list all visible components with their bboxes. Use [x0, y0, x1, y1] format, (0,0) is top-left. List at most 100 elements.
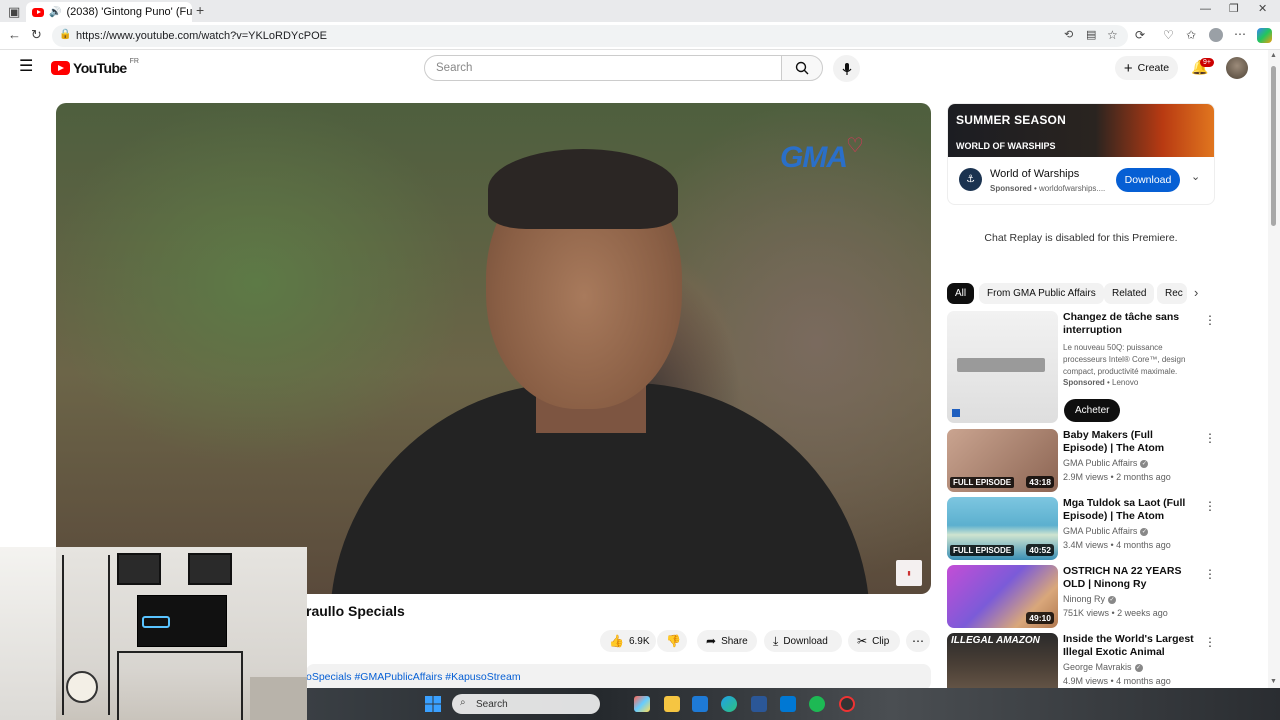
scrollbar-thumb[interactable] — [1271, 66, 1276, 226]
download-button[interactable]: ⤓ Download — [764, 630, 842, 652]
chip-from-gma[interactable]: From GMA Public Affairs — [979, 283, 1104, 304]
sponsored-rec-item[interactable]: Changez de tâche sans interruption Le no… — [947, 311, 1216, 423]
kebab-menu-icon[interactable]: ⋮ — [1204, 499, 1216, 513]
recorder-app-icon[interactable] — [839, 696, 855, 712]
browser-tab[interactable]: 🔊 (2038) 'Gintong Puno' (Full E ✕ — [26, 2, 192, 22]
hamburger-menu-icon[interactable]: ☰ — [19, 59, 33, 75]
rec-thumbnail[interactable]: 49:10 — [947, 565, 1058, 628]
rec-title[interactable]: Mga Tuldok sa Laot (Full Episode) | The … — [1063, 497, 1199, 523]
like-button[interactable]: 👍 6.9K — [600, 630, 656, 652]
file-explorer-icon[interactable] — [664, 696, 680, 712]
kebab-menu-icon[interactable]: ⋮ — [1204, 567, 1216, 581]
list-item[interactable]: FULL EPISODE 43:18 Baby Makers (Full Epi… — [947, 429, 1216, 492]
browser-essentials-icon[interactable]: ♡ — [1163, 29, 1174, 41]
description-hashtags[interactable]: oSpecials #GMAPublicAffairs #KapusoStrea… — [306, 671, 521, 683]
download-icon: ⤓ — [773, 633, 779, 648]
reader-mode-icon[interactable]: ▤ — [1086, 30, 1096, 41]
sponsored-rec-thumbnail[interactable] — [947, 311, 1058, 423]
list-item[interactable]: FULL EPISODE 40:52 Mga Tuldok sa Laot (F… — [947, 497, 1216, 560]
acheter-button[interactable]: Acheter — [1064, 399, 1121, 422]
windows-start-icon[interactable] — [425, 696, 441, 712]
page-scrollbar[interactable]: ▲ ▼ — [1268, 50, 1280, 688]
ad-banner-image[interactable]: SUMMER SEASON WORLD OF WARSHIPS — [948, 104, 1214, 157]
youtube-logo[interactable]: YouTube FR — [51, 57, 139, 76]
dislike-button[interactable]: 👎 — [657, 630, 687, 652]
chip-all[interactable]: All — [947, 283, 975, 304]
rec-channel[interactable]: GMA Public Affairs ✓ — [1063, 526, 1149, 536]
chevron-down-icon[interactable]: ⌄ — [1191, 172, 1200, 183]
webcam-poster-left — [117, 553, 161, 585]
ad-card[interactable]: SUMMER SEASON WORLD OF WARSHIPS ⚓ World … — [947, 103, 1215, 205]
channel-name: GMA Public Affairs — [1063, 458, 1138, 468]
more-menu-icon[interactable]: ⋯ — [1234, 28, 1246, 40]
translate-icon[interactable]: ⟲ — [1064, 30, 1073, 41]
vscode-icon[interactable] — [780, 696, 796, 712]
favorites-icon[interactable]: ✩ — [1186, 29, 1196, 41]
lock-icon[interactable]: 🔒 — [59, 30, 71, 40]
ad-download-button[interactable]: Download — [1116, 168, 1180, 192]
kebab-menu-icon[interactable]: ⋮ — [1204, 313, 1216, 327]
account-avatar[interactable] — [1226, 57, 1248, 79]
rec-title[interactable]: Inside the World's Largest Illegal Exoti… — [1063, 633, 1199, 659]
extensions-icon[interactable]: ⟳ — [1135, 29, 1145, 41]
window-close-icon[interactable]: ✕ — [1258, 4, 1267, 15]
back-icon[interactable]: ← — [8, 28, 21, 41]
download-label: Download — [783, 635, 828, 647]
kebab-menu-icon[interactable]: ⋮ — [1204, 635, 1215, 649]
sponsored-rec-description: Le nouveau 50Q: puissance processeurs In… — [1063, 343, 1186, 376]
channel-watermark[interactable]: ▮ — [896, 560, 922, 586]
rec-channel[interactable]: GMA Public Affairs ✓ — [1063, 458, 1149, 468]
chip-recent[interactable]: Rec — [1157, 283, 1187, 304]
edge-browser-icon[interactable] — [721, 696, 737, 712]
rec-title[interactable]: OSTRICH NA 22 YEARS OLD | Ninong Ry — [1063, 565, 1199, 591]
copilot-icon[interactable] — [1257, 28, 1272, 43]
rec-thumbnail[interactable]: FULL EPISODE 40:52 — [947, 497, 1058, 560]
minimize-icon[interactable]: — — [1200, 4, 1211, 15]
webcam-chair — [250, 677, 307, 720]
scroll-down-icon[interactable]: ▼ — [1270, 678, 1277, 685]
chevron-right-icon[interactable]: › — [1194, 286, 1198, 299]
verified-check-icon: ✓ — [1140, 527, 1149, 536]
duration-badge: 49:10 — [1026, 612, 1054, 624]
video-player[interactable]: GMA ♡ ▮ — [56, 103, 931, 594]
ad-name: World of Warships — [990, 168, 1080, 180]
scissors-icon: ✂ — [857, 634, 868, 648]
webcam-clock — [66, 671, 98, 703]
new-tab-icon[interactable]: + — [196, 3, 204, 17]
list-item[interactable]: 49:10 OSTRICH NA 22 YEARS OLD | Ninong R… — [947, 565, 1216, 628]
spotify-icon[interactable] — [809, 696, 825, 712]
create-button[interactable]: + Create — [1115, 56, 1178, 80]
microphone-icon — [842, 62, 851, 75]
kebab-menu-icon[interactable]: ⋮ — [1204, 431, 1216, 445]
search-button[interactable] — [781, 55, 823, 81]
rec-title[interactable]: Baby Makers (Full Episode) | The Atom Ar… — [1063, 429, 1199, 455]
rec-channel[interactable]: George Mavrakis ✓ — [1063, 662, 1143, 672]
rec-thumbnail[interactable]: ILLEGAL AMAZON — [947, 633, 1058, 688]
rec-channel[interactable]: Ninong Ry ✓ — [1063, 594, 1117, 604]
search-input[interactable]: Search — [424, 55, 782, 81]
sponsored-rec-title[interactable]: Changez de tâche sans interruption — [1063, 311, 1199, 337]
restore-icon[interactable]: ❐ — [1229, 4, 1239, 15]
scroll-up-icon[interactable]: ▲ — [1270, 52, 1277, 59]
list-item[interactable]: ILLEGAL AMAZON Inside the World's Larges… — [947, 633, 1215, 688]
app-icon[interactable] — [751, 696, 767, 712]
rec-thumbnail[interactable]: FULL EPISODE 43:18 — [947, 429, 1058, 492]
duration-badge: 40:52 — [1026, 544, 1054, 556]
rec-meta: 751K views • 2 weeks ago — [1063, 608, 1168, 618]
sidebar-toggle-icon[interactable]: ▣ — [8, 5, 20, 18]
voice-search-button[interactable] — [833, 55, 860, 82]
favorite-star-icon[interactable]: ☆ — [1107, 29, 1118, 41]
description-box[interactable]: oSpecials #GMAPublicAffairs #KapusoStrea… — [306, 664, 931, 690]
url-field[interactable]: 🔒 https://www.youtube.com/watch?v=YKLoRD… — [52, 25, 1128, 47]
speaker-icon[interactable]: 🔊 — [49, 7, 61, 18]
more-actions-button[interactable]: ⋯ — [906, 630, 930, 652]
profile-avatar[interactable] — [1209, 28, 1223, 42]
share-button[interactable]: ➦ Share — [697, 630, 757, 652]
chip-related[interactable]: Related — [1104, 283, 1155, 304]
reload-icon[interactable]: ↻ — [31, 28, 42, 41]
clip-button[interactable]: ✂ Clip — [848, 630, 900, 652]
widgets-app-icon[interactable] — [634, 696, 650, 712]
taskbar-search-input[interactable]: ⌕ Search — [452, 694, 600, 714]
region-code: FR — [129, 57, 139, 65]
store-app-icon[interactable] — [692, 696, 708, 712]
